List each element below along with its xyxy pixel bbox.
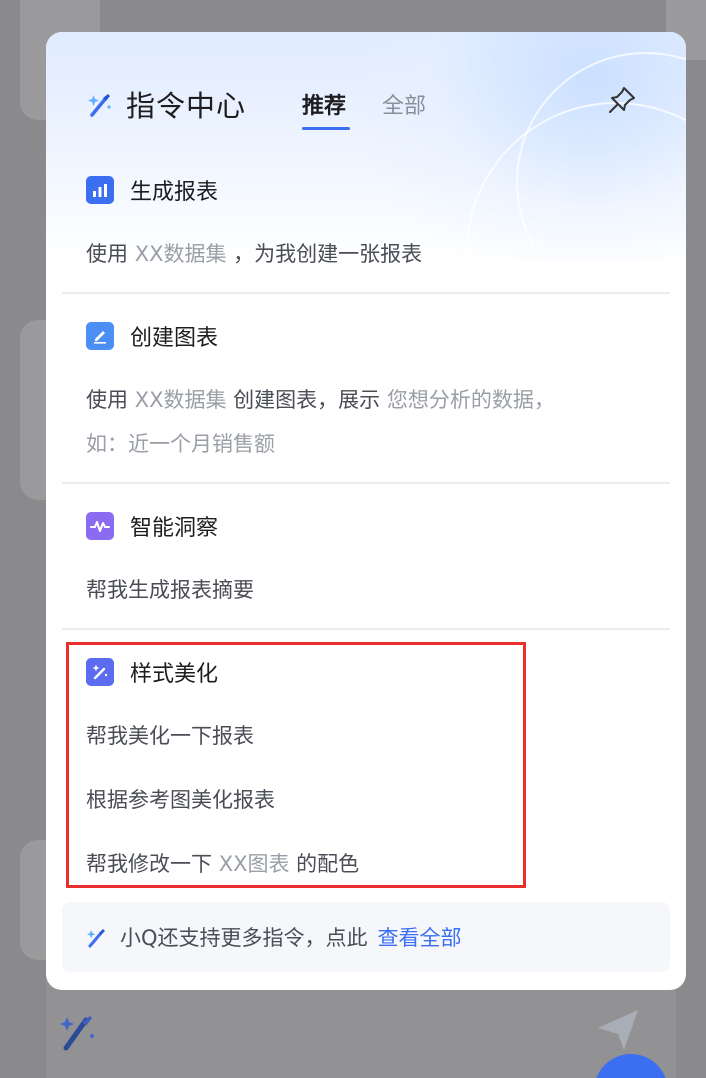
divider <box>62 482 670 484</box>
prompt-text: ，为我创建一张报表 <box>226 242 423 266</box>
prompt-text: 创建图表，展示 <box>226 388 387 412</box>
footer-text: 小Q还支持更多指令，点此 <box>120 926 368 950</box>
panel-title: 指令中心 <box>126 89 247 123</box>
section-title: 智能洞察 <box>130 516 219 541</box>
command-section-report: 生成报表 <box>86 174 218 206</box>
view-all-link[interactable]: 查看全部 <box>378 922 462 952</box>
command-prompt[interactable]: 帮我生成报表摘要 <box>86 574 254 604</box>
bar-chart-icon <box>86 176 114 204</box>
tab-recommended[interactable]: 推荐 <box>302 88 346 120</box>
section-title: 生成报表 <box>130 180 219 205</box>
command-prompt[interactable]: 使用 XX数据集 创建图表，展示 您想分析的数据， <box>86 384 555 414</box>
command-prompt-continued[interactable]: 如：近一个月销售额 <box>86 428 275 458</box>
highlight-box <box>66 642 526 888</box>
footer-hint: 小Q还支持更多指令，点此 查看全部 <box>62 902 670 972</box>
prompt-text: 使用 <box>86 388 135 412</box>
magic-wand-icon[interactable] <box>56 1008 100 1052</box>
prompt-variable: XX数据集 <box>134 388 227 412</box>
prompt-text: 使用 <box>86 242 135 266</box>
command-section-chart: 创建图表 <box>86 320 218 352</box>
edit-chart-icon <box>86 322 114 350</box>
divider <box>62 628 670 630</box>
prompt-text: 帮我生成报表摘要 <box>86 578 254 602</box>
prompt-variable: 如：近一个月销售额 <box>86 432 275 456</box>
command-section-insight: 智能洞察 <box>86 510 218 542</box>
command-prompt[interactable]: 使用 XX数据集 ，为我创建一张报表 <box>86 238 422 268</box>
panel-header: 指令中心 <box>86 82 246 126</box>
magic-wand-icon <box>87 929 105 948</box>
command-center-panel: 指令中心 推荐 全部 生成报表 使用 XX数据集 ，为我创建一张报表 创建图表 … <box>46 32 686 990</box>
tab-all[interactable]: 全部 <box>382 88 426 120</box>
pin-icon[interactable] <box>606 84 638 116</box>
magic-wand-icon <box>88 94 111 117</box>
send-icon[interactable] <box>594 1006 642 1054</box>
prompt-variable: 您想分析的数据， <box>386 388 555 412</box>
divider <box>62 292 670 294</box>
section-title: 创建图表 <box>130 326 219 351</box>
active-tab-indicator <box>302 127 350 130</box>
pulse-icon <box>86 512 114 540</box>
prompt-variable: XX数据集 <box>134 242 227 266</box>
